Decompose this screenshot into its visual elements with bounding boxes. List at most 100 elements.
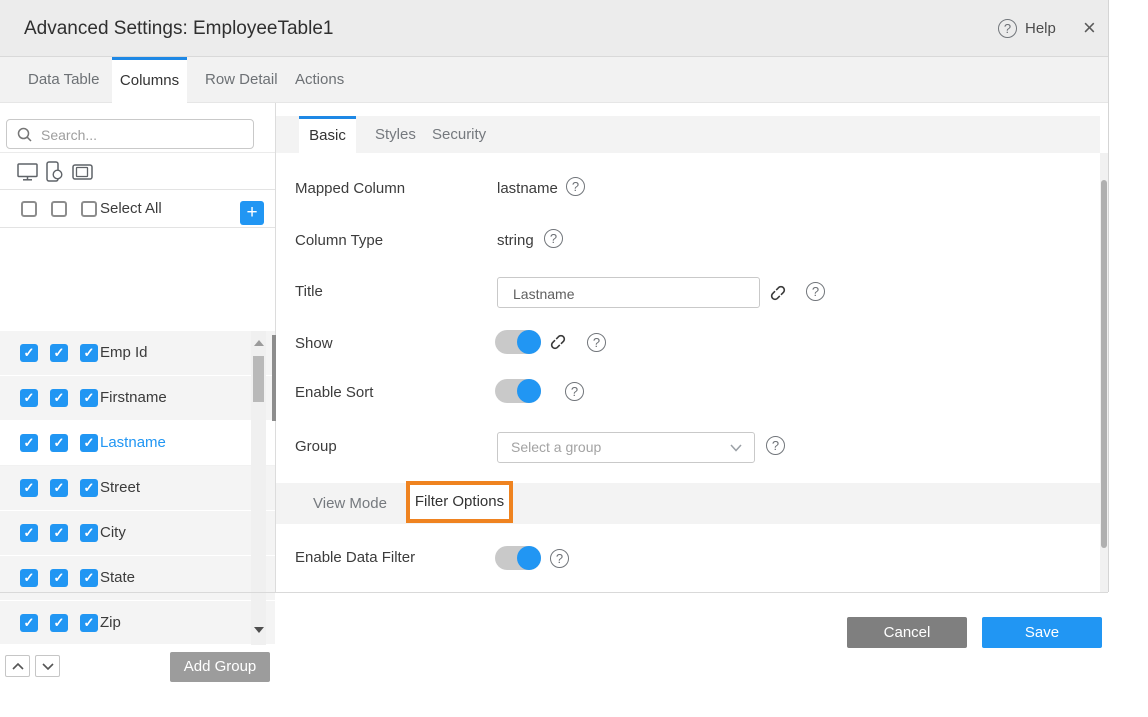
show-toggle[interactable] <box>495 330 541 354</box>
enable-data-filter-help-icon[interactable]: ? <box>550 549 569 568</box>
select-all-mobile-checkbox[interactable] <box>51 201 67 217</box>
column-row-street[interactable]: ✓ ✓ ✓ Street <box>0 466 275 511</box>
tab-filter-options-highlighted[interactable]: Filter Options <box>406 481 513 523</box>
move-up-button[interactable] <box>5 655 30 677</box>
toggle-knob <box>517 546 541 570</box>
chevron-down-icon <box>42 663 54 670</box>
enable-data-filter-toggle[interactable] <box>495 546 541 570</box>
mapped-column-value: lastname <box>497 180 558 197</box>
show-label: Show <box>295 335 333 352</box>
close-icon[interactable]: × <box>1083 0 1096 55</box>
column-row-state[interactable]: ✓ ✓ ✓ State <box>0 556 275 601</box>
mobile-checkbox[interactable]: ✓ <box>50 614 68 632</box>
sidebar-scrollbar[interactable] <box>251 331 266 645</box>
move-down-button[interactable] <box>35 655 60 677</box>
mobile-checkbox[interactable]: ✓ <box>50 344 68 362</box>
panel-tab-bar: Basic Styles Security <box>276 116 1100 153</box>
column-label: State <box>100 556 135 600</box>
group-select[interactable]: Select a group <box>497 432 755 463</box>
tab-basic[interactable]: Basic <box>299 116 356 153</box>
select-all-row: Select All + <box>0 190 275 228</box>
column-row-firstname[interactable]: ✓ ✓ ✓ Firstname <box>0 376 275 421</box>
save-button[interactable]: Save <box>982 617 1102 648</box>
add-column-button[interactable]: + <box>240 201 264 225</box>
panel-scrollbar-thumb[interactable] <box>1101 180 1107 548</box>
tab-row-detail[interactable]: Row Detail <box>205 57 278 103</box>
toggle-knob <box>517 330 541 354</box>
search-input[interactable] <box>39 121 248 149</box>
tablet-checkbox[interactable]: ✓ <box>80 389 98 407</box>
cancel-button[interactable]: Cancel <box>847 617 967 648</box>
group-select-placeholder: Select a group <box>511 433 601 462</box>
tab-data-table[interactable]: Data Table <box>28 57 99 103</box>
mapped-column-help-icon[interactable]: ? <box>566 177 585 196</box>
add-group-button[interactable]: Add Group <box>170 652 270 682</box>
chevron-down-icon <box>730 444 742 452</box>
mobile-checkbox[interactable]: ✓ <box>50 569 68 587</box>
tab-columns[interactable]: Columns <box>112 57 187 103</box>
group-label: Group <box>295 438 337 455</box>
column-settings-panel: Basic Styles Security Mapped Column last… <box>276 103 1100 592</box>
title-input[interactable] <box>511 279 750 308</box>
column-label: Zip <box>100 601 121 645</box>
scroll-up-arrow-icon[interactable] <box>254 340 264 346</box>
enable-sort-toggle[interactable] <box>495 379 541 403</box>
toggle-knob <box>517 379 541 403</box>
desktop-checkbox[interactable]: ✓ <box>20 569 38 587</box>
mobile-checkbox[interactable]: ✓ <box>50 389 68 407</box>
show-help-icon[interactable]: ? <box>587 333 606 352</box>
desktop-checkbox[interactable]: ✓ <box>20 614 38 632</box>
column-row-city[interactable]: ✓ ✓ ✓ City <box>0 511 275 556</box>
title-link-icon[interactable] <box>768 283 788 303</box>
tablet-checkbox[interactable]: ✓ <box>80 524 98 542</box>
tablet-checkbox[interactable]: ✓ <box>80 479 98 497</box>
tablet-icon <box>72 164 93 180</box>
select-all-desktop-checkbox[interactable] <box>21 201 37 217</box>
tab-actions[interactable]: Actions <box>295 57 344 103</box>
column-label: City <box>100 511 126 555</box>
device-columns-row <box>0 153 275 190</box>
help-button[interactable]: ? Help <box>998 0 1056 57</box>
column-list: ✓ ✓ ✓ Emp Id ✓ ✓ ✓ Firstname ✓ ✓ ✓ Lastn… <box>0 331 275 645</box>
mapped-column-label: Mapped Column <box>295 180 405 197</box>
enable-sort-help-icon[interactable]: ? <box>565 382 584 401</box>
search-input-box[interactable] <box>6 119 254 149</box>
mobile-checkbox[interactable]: ✓ <box>50 524 68 542</box>
show-link-icon[interactable] <box>548 332 568 352</box>
mobile-checkbox[interactable]: ✓ <box>50 434 68 452</box>
select-all-tablet-checkbox[interactable] <box>81 201 97 217</box>
mobile-icon <box>46 161 63 182</box>
tab-security[interactable]: Security <box>432 116 486 153</box>
column-row-zip[interactable]: ✓ ✓ ✓ Zip <box>0 601 275 645</box>
help-circle-icon: ? <box>998 19 1017 38</box>
tab-styles[interactable]: Styles <box>375 116 416 153</box>
column-row-emp-id[interactable]: ✓ ✓ ✓ Emp Id <box>0 331 275 376</box>
select-all-label: Select All <box>100 190 162 228</box>
desktop-checkbox[interactable]: ✓ <box>20 344 38 362</box>
enable-data-filter-label: Enable Data Filter <box>295 549 415 566</box>
column-type-help-icon[interactable]: ? <box>544 229 563 248</box>
desktop-checkbox[interactable]: ✓ <box>20 524 38 542</box>
tab-view-mode[interactable]: View Mode <box>313 483 387 524</box>
tablet-checkbox[interactable]: ✓ <box>80 344 98 362</box>
tablet-checkbox[interactable]: ✓ <box>80 434 98 452</box>
dialog-right-border <box>1108 0 1109 592</box>
tablet-checkbox[interactable]: ✓ <box>80 614 98 632</box>
desktop-checkbox[interactable]: ✓ <box>20 479 38 497</box>
mobile-checkbox[interactable]: ✓ <box>50 479 68 497</box>
sidebar-scrollbar-thumb[interactable] <box>253 356 264 402</box>
scroll-down-arrow-icon[interactable] <box>254 627 264 633</box>
column-row-lastname-selected[interactable]: ✓ ✓ ✓ Lastname <box>0 421 275 466</box>
dialog-title: Advanced Settings: EmployeeTable1 <box>24 0 333 57</box>
title-input-box[interactable] <box>497 277 760 308</box>
footer-divider <box>0 592 1108 593</box>
title-help-icon[interactable]: ? <box>806 282 825 301</box>
search-icon <box>17 127 33 143</box>
enable-sort-label: Enable Sort <box>295 384 373 401</box>
title-label: Title <box>295 283 323 300</box>
desktop-checkbox[interactable]: ✓ <box>20 389 38 407</box>
desktop-checkbox[interactable]: ✓ <box>20 434 38 452</box>
tablet-checkbox[interactable]: ✓ <box>80 569 98 587</box>
column-type-label: Column Type <box>295 232 383 249</box>
group-help-icon[interactable]: ? <box>766 436 785 455</box>
